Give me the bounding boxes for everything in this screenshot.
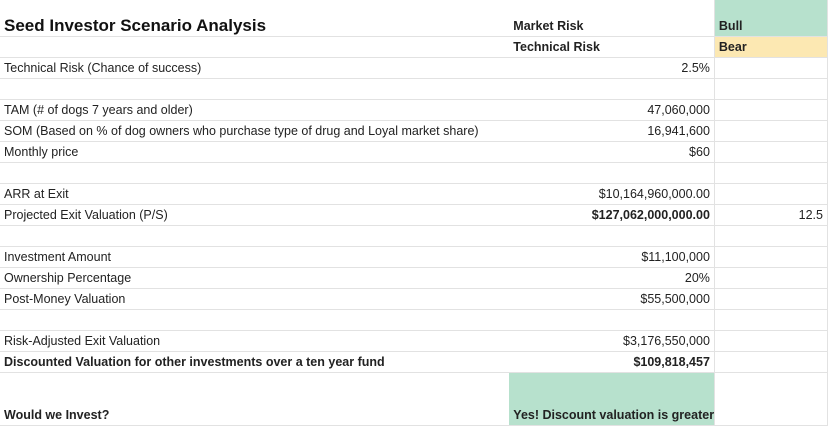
technical-risk-value[interactable]: 2.5% [509,57,715,79]
tam-value[interactable]: 47,060,000 [509,99,715,121]
ownership-label[interactable]: Ownership Percentage [0,267,510,289]
som-label[interactable]: SOM (Based on % of dog owners who purcha… [0,120,510,142]
cell-empty[interactable] [509,162,715,184]
technical-risk-label[interactable]: Technical Risk [509,36,715,58]
spreadsheet-grid: Seed Investor Scenario Analysis Market R… [0,0,828,426]
would-invest-row: Would we Invest? Yes! Discount valuation… [0,372,828,426]
exit-valuation-row: Projected Exit Valuation (P/S) $127,062,… [0,204,828,226]
cell-empty[interactable] [714,99,828,121]
post-money-label[interactable]: Post-Money Valuation [0,288,510,310]
cell-empty[interactable] [0,162,510,184]
cell-empty[interactable] [714,183,828,205]
exit-valuation-label[interactable]: Projected Exit Valuation (P/S) [0,204,510,226]
cell-empty[interactable] [714,162,828,184]
exit-valuation-value[interactable]: $127,062,000,000.00 [509,204,715,226]
monthly-price-label[interactable]: Monthly price [0,141,510,163]
cell-empty[interactable] [714,246,828,268]
cell-empty[interactable] [714,141,828,163]
tam-row: TAM (# of dogs 7 years and older) 47,060… [0,99,828,121]
spacer-row [0,78,828,100]
spacer-row [0,309,828,331]
would-invest-value[interactable]: Yes! Discount valuation is greater than … [509,372,715,426]
post-money-row: Post-Money Valuation $55,500,000 [0,288,828,310]
cell-empty[interactable] [714,225,828,247]
discounted-value[interactable]: $109,818,457 [509,351,715,373]
arr-value[interactable]: $10,164,960,000.00 [509,183,715,205]
arr-label[interactable]: ARR at Exit [0,183,510,205]
sheet-title[interactable]: Seed Investor Scenario Analysis [0,0,510,37]
spreadsheet: Seed Investor Scenario Analysis Market R… [0,0,828,430]
technical-risk-row-label[interactable]: Technical Risk (Chance of success) [0,57,510,79]
som-row: SOM (Based on % of dog owners who purcha… [0,120,828,142]
title-row: Seed Investor Scenario Analysis Market R… [0,0,828,37]
ownership-value[interactable]: 20% [509,267,715,289]
cell-empty[interactable] [714,351,828,373]
technical-risk-legend-row: Technical Risk Bear [0,36,828,58]
arr-row: ARR at Exit $10,164,960,000.00 [0,183,828,205]
cell-empty[interactable] [714,330,828,352]
som-value[interactable]: 16,941,600 [509,120,715,142]
would-invest-label[interactable]: Would we Invest? [0,372,510,426]
monthly-price-value[interactable]: $60 [509,141,715,163]
cell-empty[interactable] [714,309,828,331]
cell-empty[interactable] [714,120,828,142]
cell-empty[interactable] [0,36,510,58]
cell-empty[interactable] [714,288,828,310]
cell-empty[interactable] [714,78,828,100]
cell-empty[interactable] [509,78,715,100]
cell-empty[interactable] [714,57,828,79]
investment-amount-value[interactable]: $11,100,000 [509,246,715,268]
technical-risk-tag[interactable]: Bear [714,36,828,58]
market-risk-label[interactable]: Market Risk [509,0,715,37]
cell-empty[interactable] [714,267,828,289]
ownership-row: Ownership Percentage 20% [0,267,828,289]
spacer-row [0,162,828,184]
discounted-label[interactable]: Discounted Valuation for other investmen… [0,351,510,373]
monthly-price-row: Monthly price $60 [0,141,828,163]
exit-multiple-value[interactable]: 12.5 [714,204,828,226]
cell-empty[interactable] [0,309,510,331]
risk-adjusted-row: Risk-Adjusted Exit Valuation $3,176,550,… [0,330,828,352]
post-money-value[interactable]: $55,500,000 [509,288,715,310]
technical-risk-row: Technical Risk (Chance of success) 2.5% [0,57,828,79]
risk-adjusted-value[interactable]: $3,176,550,000 [509,330,715,352]
cell-empty[interactable] [509,225,715,247]
discounted-row: Discounted Valuation for other investmen… [0,351,828,373]
cell-empty[interactable] [509,309,715,331]
cell-empty[interactable] [0,225,510,247]
tam-label[interactable]: TAM (# of dogs 7 years and older) [0,99,510,121]
investment-amount-label[interactable]: Investment Amount [0,246,510,268]
spacer-row [0,225,828,247]
cell-empty[interactable] [714,372,828,426]
risk-adjusted-label[interactable]: Risk-Adjusted Exit Valuation [0,330,510,352]
investment-amount-row: Investment Amount $11,100,000 [0,246,828,268]
cell-empty[interactable] [0,78,510,100]
market-risk-tag[interactable]: Bull [714,0,828,37]
